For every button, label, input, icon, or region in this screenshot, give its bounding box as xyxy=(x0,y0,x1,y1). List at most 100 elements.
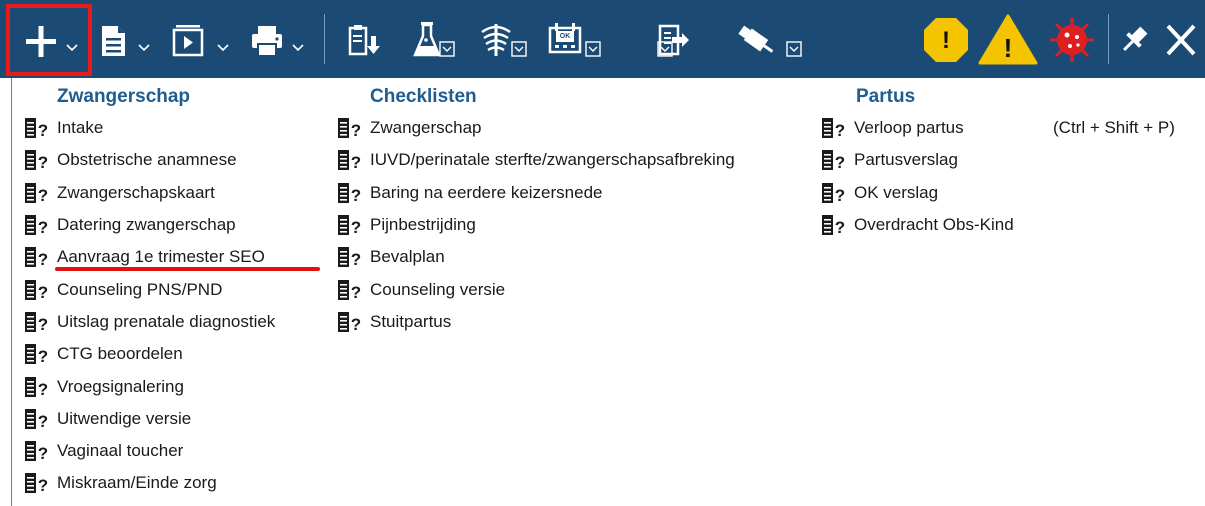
document-question-icon: ? xyxy=(25,311,48,333)
menu-item-label: CTG beoordelen xyxy=(57,344,183,364)
menu-item-label: Uitslag prenatale diagnostiek xyxy=(57,311,276,331)
menu-item[interactable]: ? Verloop partus (Ctrl + Shift + P) xyxy=(822,112,1175,144)
column-header: Partus xyxy=(856,86,916,107)
document-question-icon: ? xyxy=(25,473,48,494)
menu-item[interactable]: ? Datering zwangerschap xyxy=(25,209,275,241)
menu-item[interactable]: ? Vaginaal toucher xyxy=(25,435,275,467)
export-button[interactable] xyxy=(616,0,689,78)
document-question-icon: ? xyxy=(338,215,361,236)
menu-item[interactable]: ? Uitslag prenatale diagnostiek xyxy=(25,306,275,338)
print-button[interactable] xyxy=(248,0,312,78)
svg-text:?: ? xyxy=(835,186,845,204)
menu-item-label: Bevalplan xyxy=(370,247,445,267)
document-question-icon: ? xyxy=(338,118,361,139)
media-button[interactable] xyxy=(170,0,236,78)
menu-item[interactable]: ? Pijnbestrijding xyxy=(338,209,735,241)
menu-item-label: OK verslag xyxy=(854,182,939,202)
octagon-alert-icon: ! xyxy=(924,18,968,62)
menu-item[interactable]: ? Obstetrische anamnese xyxy=(25,144,275,176)
document-question-icon: ? xyxy=(25,441,48,462)
svg-text:?: ? xyxy=(38,186,48,204)
svg-text:?: ? xyxy=(38,121,48,139)
svg-text:?: ? xyxy=(38,218,48,236)
svg-text:?: ? xyxy=(38,283,48,301)
document-question-icon: ? xyxy=(25,150,48,171)
menu-item-label: Overdracht Obs-Kind xyxy=(854,215,1014,235)
menu-item[interactable]: ? Intake xyxy=(25,112,275,144)
menu-item[interactable]: ? Stuitpartus xyxy=(338,306,735,338)
menu-item-label: Pijnbestrijding xyxy=(370,215,476,235)
menu-item[interactable]: ? Zwangerschap xyxy=(338,112,735,144)
flask-icon xyxy=(413,22,455,57)
document-question-icon: ? xyxy=(25,215,48,236)
checkbox-icon xyxy=(511,41,527,57)
warning-alert-glyph: ! xyxy=(1004,33,1013,63)
menu-column-partus: Partus ? Verloop partus (Ctrl + Shift + P)?… xyxy=(822,82,1175,241)
calendar-badge: OK xyxy=(559,33,571,40)
svg-text:?: ? xyxy=(38,380,48,398)
menu-item-label: Partusverslag xyxy=(854,150,958,170)
svg-text:?: ? xyxy=(835,121,845,139)
document-question-icon: ? xyxy=(25,344,48,365)
menu-item[interactable]: ? Counseling versie xyxy=(338,273,735,305)
virus-alert[interactable] xyxy=(1042,0,1102,78)
svg-text:?: ? xyxy=(351,218,361,236)
svg-text:?: ? xyxy=(351,186,361,204)
menu-item-label: Counseling versie xyxy=(370,279,506,299)
toolbar-separator xyxy=(324,14,325,64)
menu-item-label: Obstetrische anamnese xyxy=(57,150,237,170)
menu-item-label: Aanvraag 1e trimester SEO xyxy=(57,247,265,267)
menu-item[interactable]: ? Miskraam/Einde zorg xyxy=(25,467,275,499)
menu-column-checklisten: Checklisten? Zwangerschap? IUVD/perinatale… xyxy=(338,82,735,338)
close-icon xyxy=(1166,24,1196,56)
close-button[interactable] xyxy=(1160,0,1202,78)
document-question-icon: ? xyxy=(338,150,361,171)
checkbox-icon xyxy=(786,41,802,57)
ok-calendar-button[interactable]: OK xyxy=(546,0,602,78)
red-underline-annotation xyxy=(55,267,320,272)
menu-item-label: Baring na eerdere keizersnede xyxy=(370,182,603,202)
menu-item[interactable]: ? Uitwendige versie xyxy=(25,403,275,435)
menu-item-label: Datering zwangerschap xyxy=(57,215,236,235)
menu-item[interactable]: ? Overdracht Obs-Kind xyxy=(822,209,1014,241)
menu-item[interactable]: ? Counseling PNS/PND xyxy=(25,273,275,305)
menu-item[interactable]: ? IUVD/perinatale sterfte/zwangerschapsaf… xyxy=(338,144,735,176)
document-question-icon: ? xyxy=(338,311,361,333)
menu-item[interactable]: ? Bevalplan xyxy=(338,241,735,273)
menu-item[interactable]: ? Zwangerschapskaart xyxy=(25,177,275,209)
triangle-warning-icon: ! xyxy=(978,14,1038,65)
menu-item-label: IUVD/perinatale sterfte/zwangerschapsafb… xyxy=(370,150,735,170)
document-question-icon: ? xyxy=(338,247,361,268)
vitals-button[interactable] xyxy=(478,0,530,78)
lab-button[interactable] xyxy=(412,0,460,78)
document-question-icon: ? xyxy=(25,408,48,430)
svg-text:?: ? xyxy=(351,283,361,301)
chevron-down-icon xyxy=(217,44,229,52)
svg-text:?: ? xyxy=(835,218,845,236)
injection-button[interactable] xyxy=(736,0,808,78)
info-alert[interactable]: ! xyxy=(922,0,972,78)
menu-item-label: Intake xyxy=(57,118,104,138)
menu-item[interactable]: ? Vroegsignalering xyxy=(25,370,275,402)
document-question-icon: ? xyxy=(338,182,361,204)
menu-item[interactable]: ? Partusverslag xyxy=(822,144,1014,176)
document-button[interactable] xyxy=(98,0,158,78)
media-play-icon xyxy=(172,25,229,57)
toolbar: OK ! ! xyxy=(0,0,1205,78)
toolbar-separator xyxy=(1108,14,1109,64)
menu-item[interactable]: ? OK verslag xyxy=(822,177,1014,209)
svg-text:?: ? xyxy=(38,250,48,268)
menu-item[interactable]: ? Baring na eerdere keizersnede xyxy=(338,177,735,209)
warning-alert[interactable]: ! xyxy=(978,0,1038,78)
document-question-icon: ? xyxy=(338,279,361,301)
menu-item[interactable]: ? CTG beoordelen xyxy=(25,338,275,370)
menu-item[interactable]: ? Aanvraag 1e trimester SEO xyxy=(25,241,320,273)
clipboard-download-icon xyxy=(348,25,380,56)
pin-button[interactable] xyxy=(1114,0,1154,78)
svg-text:?: ? xyxy=(38,444,48,462)
menu-item-label: Vroegsignalering xyxy=(57,376,184,396)
export-glyph-icon xyxy=(658,24,689,56)
svg-text:?: ? xyxy=(38,412,48,430)
clipboard-button[interactable] xyxy=(344,0,388,78)
calendar-ok-icon xyxy=(548,23,601,57)
